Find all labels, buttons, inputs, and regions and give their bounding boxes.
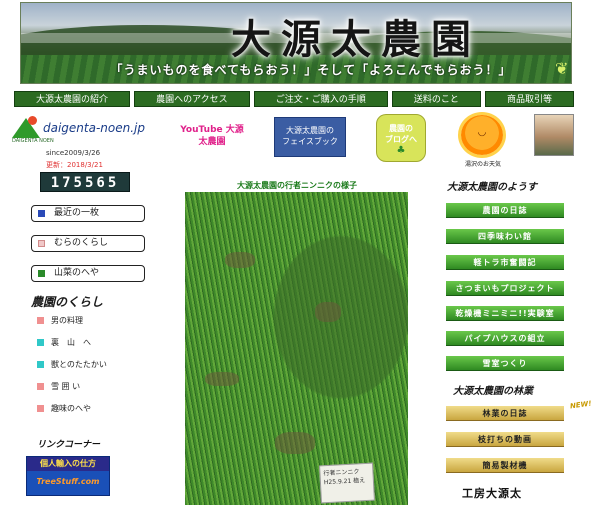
logo-domain: daigenta-noen.jp (43, 121, 145, 135)
sweet-potato-button[interactable]: さつまいもプロジェクト (446, 281, 564, 296)
blog-label-2: ブログへ (385, 135, 417, 144)
workshop-title[interactable]: 工房大源太 (462, 485, 522, 501)
blog-label-1: 農園の (389, 124, 413, 133)
logo-subtext: DAIGENTA NOEN (12, 138, 54, 144)
site-logo[interactable]: daigenta-noen.jp DAIGENTA NOEN (12, 114, 162, 144)
button-label: 最近の一枚 (54, 208, 100, 218)
header-banner: 大源太農園 「うまいものを食べてもらおう！」そして「よろこんでもらおう！」 ❦ (20, 2, 572, 84)
life-link-snow[interactable]: 雪 囲 い (37, 381, 80, 393)
life-link-beasts[interactable]: 獣とのたたかい (37, 359, 107, 371)
field-sign: 行者ニンニク H25.9.21 植え (319, 462, 375, 504)
farmer-photo (534, 114, 574, 156)
square-icon (37, 405, 44, 412)
snow-room-button[interactable]: 雪室つくり (446, 356, 564, 371)
updated-date: 更新：2018/3/21 (46, 161, 103, 169)
garlic-field-photo: 行者ニンニク H25.9.21 植え (185, 192, 408, 505)
forestry-diary-button[interactable]: 林業の日誌 (446, 406, 564, 421)
visitor-counter: 175565 (40, 172, 130, 192)
farm-life-heading: 農園のくらし (31, 295, 104, 309)
link-corner-heading: リンクコーナー (37, 440, 101, 450)
latest-photo-button[interactable]: 最近の一枚 (31, 205, 145, 222)
life-link-mountain[interactable]: 裏 山 へ (37, 337, 91, 349)
button-label: 山菜のへや (54, 268, 100, 278)
life-link-label: 趣味のへや (51, 404, 91, 413)
facebook-link[interactable]: 大源太農園の フェイスブック (274, 117, 346, 157)
life-link-cooking[interactable]: 男の料理 (37, 315, 83, 327)
photo-caption: 大源太農園の行者ニンニクの様子 (237, 181, 357, 190)
leaf-icon: ❦ (555, 59, 569, 78)
nav-shipping[interactable]: 送料のこと (391, 91, 481, 107)
square-icon (37, 361, 44, 368)
square-icon (38, 240, 45, 247)
site-slogan: 「うまいものを食べてもらおう！」そして「よろこんでもらおう！」 (110, 63, 512, 77)
facebook-label-1: 大源太農園の (286, 126, 334, 135)
pipe-house-button[interactable]: パイプハウスの組立 (446, 331, 564, 346)
import-guide-banner[interactable]: 個人輸入の仕方 TreeStuff.com (26, 456, 110, 496)
nav-transactions[interactable]: 商品取引等 (484, 91, 575, 107)
sun-icon (28, 116, 37, 125)
smile-icon: ◡ (477, 127, 487, 138)
new-badge: NEW! (569, 399, 593, 411)
forestry-heading: 大源太農園の林業 (453, 386, 533, 397)
life-link-label: 男の料理 (51, 316, 83, 325)
weather-widget[interactable]: ◡ 湯沢のお天気 (455, 113, 511, 169)
dryer-lab-button[interactable]: 乾燥機ミニミニ!!実験室 (446, 306, 564, 321)
facebook-label-2: フェイスブック (282, 137, 338, 146)
soil-patch (205, 372, 239, 386)
village-life-button[interactable]: むらのくらし (31, 235, 145, 252)
life-link-label: 裏 山 へ (51, 338, 91, 347)
life-link-label: 獣とのたたかい (51, 360, 107, 369)
square-icon (38, 210, 45, 217)
blog-link[interactable]: 農園の ブログへ ♣ (376, 114, 426, 162)
soil-patch (315, 302, 341, 322)
square-icon (38, 270, 45, 277)
life-link-hobby[interactable]: 趣味のへや (37, 403, 91, 415)
nav-farm-intro[interactable]: 大源太農園の紹介 (14, 91, 131, 107)
button-label: むらのくらし (54, 238, 109, 248)
farm-status-heading: 大源太農園のようす (447, 182, 537, 193)
weather-label: 湯沢のお天気 (464, 161, 501, 168)
import-guide-site: TreeStuff.com (36, 477, 100, 486)
sawmill-button[interactable]: 簡易製材機 (446, 458, 564, 473)
square-icon (37, 317, 44, 324)
square-icon (37, 383, 44, 390)
import-guide-title: 個人輸入の仕方 (27, 457, 109, 471)
soil-patch (275, 432, 315, 454)
truck-market-button[interactable]: 軽トラ市奮闘記 (446, 255, 564, 270)
site-title: 大源太農園 (231, 16, 481, 63)
nav-access[interactable]: 農園へのアクセス (134, 91, 250, 107)
square-icon (37, 339, 44, 346)
sprout-icon: ♣ (396, 145, 406, 156)
four-seasons-button[interactable]: 四季味わい館 (446, 229, 564, 244)
youtube-link[interactable]: YouTube 大源太農園 (180, 124, 244, 152)
wild-vegetables-button[interactable]: 山菜のへや (31, 265, 145, 282)
life-link-label: 雪 囲 い (51, 382, 81, 391)
since-date: since2009/3/26 (46, 149, 101, 157)
main-nav: 大源太農園の紹介 農園へのアクセス ご注文・ご購入の手順 送料のこと 商品取引等 (14, 91, 575, 107)
pruning-video-button[interactable]: 枝打ちの動画 (446, 432, 564, 447)
farm-diary-button[interactable]: 農園の日誌 (446, 203, 564, 218)
nav-order-steps[interactable]: ご注文・ご購入の手順 (253, 91, 388, 107)
soil-patch (225, 252, 255, 268)
